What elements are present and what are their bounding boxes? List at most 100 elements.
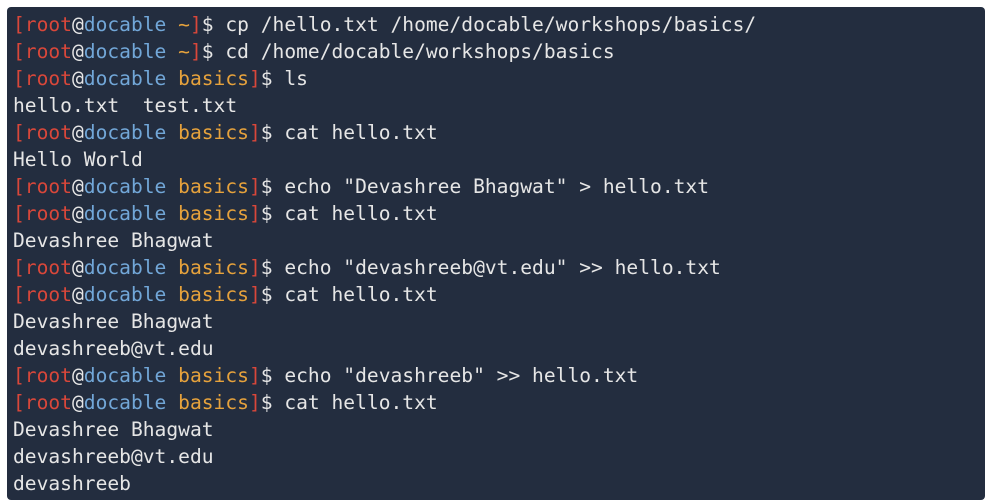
prompt-line: [root@docable basics]$ echo "devashreeb"… xyxy=(13,362,985,389)
prompt-close-bracket: ] xyxy=(248,256,261,279)
command-text: echo "devashreeb@vt.edu" >> hello.txt xyxy=(284,256,721,279)
output-text: Devashree Bhagwat xyxy=(13,418,214,441)
prompt-directory: basics xyxy=(178,121,249,144)
prompt-directory: basics xyxy=(178,202,249,225)
prompt-user: root xyxy=(24,364,72,387)
prompt-line: [root@docable basics]$ cat hello.txt xyxy=(13,281,985,308)
prompt-user: root xyxy=(24,13,72,36)
prompt-user: root xyxy=(24,256,72,279)
prompt-host: docable xyxy=(83,67,167,90)
prompt-open-bracket: [ xyxy=(13,175,25,198)
output-line: devashreeb@vt.edu xyxy=(13,335,985,362)
prompt-open-bracket: [ xyxy=(13,364,25,387)
prompt-at-sign: @ xyxy=(71,391,84,414)
prompt-host: docable xyxy=(83,175,167,198)
prompt-close-bracket: ] xyxy=(189,40,202,63)
prompt-host: docable xyxy=(83,202,167,225)
output-line: devashreeb xyxy=(13,470,985,497)
prompt-open-bracket: [ xyxy=(13,256,25,279)
prompt-at-sign: @ xyxy=(71,283,84,306)
prompt-open-bracket: [ xyxy=(13,121,25,144)
command-text: cat hello.txt xyxy=(284,283,438,306)
prompt-at-sign: @ xyxy=(71,67,84,90)
prompt-dollar: $ xyxy=(260,175,285,198)
prompt-open-bracket: [ xyxy=(13,391,25,414)
prompt-dollar: $ xyxy=(201,40,226,63)
prompt-at-sign: @ xyxy=(71,202,84,225)
prompt-dollar: $ xyxy=(201,13,226,36)
prompt-user: root xyxy=(24,283,72,306)
prompt-directory: basics xyxy=(178,391,249,414)
prompt-at-sign: @ xyxy=(71,121,84,144)
prompt-directory: basics xyxy=(178,256,249,279)
prompt-user: root xyxy=(24,391,72,414)
output-text: devashreeb@vt.edu xyxy=(13,445,214,468)
prompt-at-sign: @ xyxy=(71,40,84,63)
prompt-open-bracket: [ xyxy=(13,40,25,63)
prompt-directory: ~ xyxy=(178,13,190,36)
prompt-dollar: $ xyxy=(260,67,285,90)
prompt-at-sign: @ xyxy=(71,13,84,36)
prompt-directory: basics xyxy=(178,175,249,198)
prompt-at-sign: @ xyxy=(71,175,84,198)
prompt-host: docable xyxy=(83,391,167,414)
prompt-user: root xyxy=(24,175,72,198)
prompt-close-bracket: ] xyxy=(248,391,261,414)
prompt-open-bracket: [ xyxy=(13,202,25,225)
prompt-line: [root@docable basics]$ cat hello.txt xyxy=(13,200,985,227)
prompt-user: root xyxy=(24,67,72,90)
output-text: Devashree Bhagwat xyxy=(13,229,214,252)
command-text: cat hello.txt xyxy=(284,202,438,225)
output-text: Devashree Bhagwat xyxy=(13,310,214,333)
prompt-host: docable xyxy=(83,13,167,36)
prompt-at-sign: @ xyxy=(71,364,84,387)
output-line: devashreeb@vt.edu xyxy=(13,443,985,470)
command-text: echo "Devashree Bhagwat" > hello.txt xyxy=(284,175,709,198)
prompt-user: root xyxy=(24,202,72,225)
output-line: Devashree Bhagwat xyxy=(13,308,985,335)
prompt-directory: ~ xyxy=(178,40,190,63)
prompt-close-bracket: ] xyxy=(248,364,261,387)
prompt-close-bracket: ] xyxy=(189,13,202,36)
prompt-dollar: $ xyxy=(260,202,285,225)
command-text: ls xyxy=(284,67,308,90)
prompt-open-bracket: [ xyxy=(13,283,25,306)
prompt-dollar: $ xyxy=(260,391,285,414)
prompt-close-bracket: ] xyxy=(248,283,261,306)
output-text: Hello World xyxy=(13,148,143,171)
prompt-host: docable xyxy=(83,256,167,279)
output-line: Hello World xyxy=(13,146,985,173)
prompt-line: [root@docable ~]$ cp /hello.txt /home/do… xyxy=(13,11,985,38)
command-text: cat hello.txt xyxy=(284,121,438,144)
prompt-directory: basics xyxy=(178,67,249,90)
prompt-line: [root@docable basics]$ ls xyxy=(13,65,985,92)
output-text: hello.txt test.txt xyxy=(13,94,238,117)
prompt-close-bracket: ] xyxy=(248,175,261,198)
prompt-close-bracket: ] xyxy=(248,67,261,90)
output-line: Devashree Bhagwat xyxy=(13,227,985,254)
prompt-host: docable xyxy=(83,40,167,63)
prompt-line: [root@docable ~]$ cd /home/docable/works… xyxy=(13,38,985,65)
prompt-close-bracket: ] xyxy=(248,121,261,144)
output-text: devashreeb@vt.edu xyxy=(13,337,214,360)
prompt-open-bracket: [ xyxy=(13,67,25,90)
prompt-line: [root@docable basics]$ cat hello.txt xyxy=(13,389,985,416)
prompt-dollar: $ xyxy=(260,256,285,279)
prompt-line: [root@docable basics]$ cat hello.txt xyxy=(13,119,985,146)
output-line: Devashree Bhagwat xyxy=(13,416,985,443)
command-text: cat hello.txt xyxy=(284,391,438,414)
terminal-window[interactable]: [root@docable ~]$ cp /hello.txt /home/do… xyxy=(7,7,985,500)
command-text: echo "devashreeb" >> hello.txt xyxy=(284,364,639,387)
prompt-line: [root@docable basics]$ echo "Devashree B… xyxy=(13,173,985,200)
terminal-screen[interactable]: [root@docable ~]$ cp /hello.txt /home/do… xyxy=(7,7,985,497)
prompt-host: docable xyxy=(83,121,167,144)
prompt-host: docable xyxy=(83,283,167,306)
